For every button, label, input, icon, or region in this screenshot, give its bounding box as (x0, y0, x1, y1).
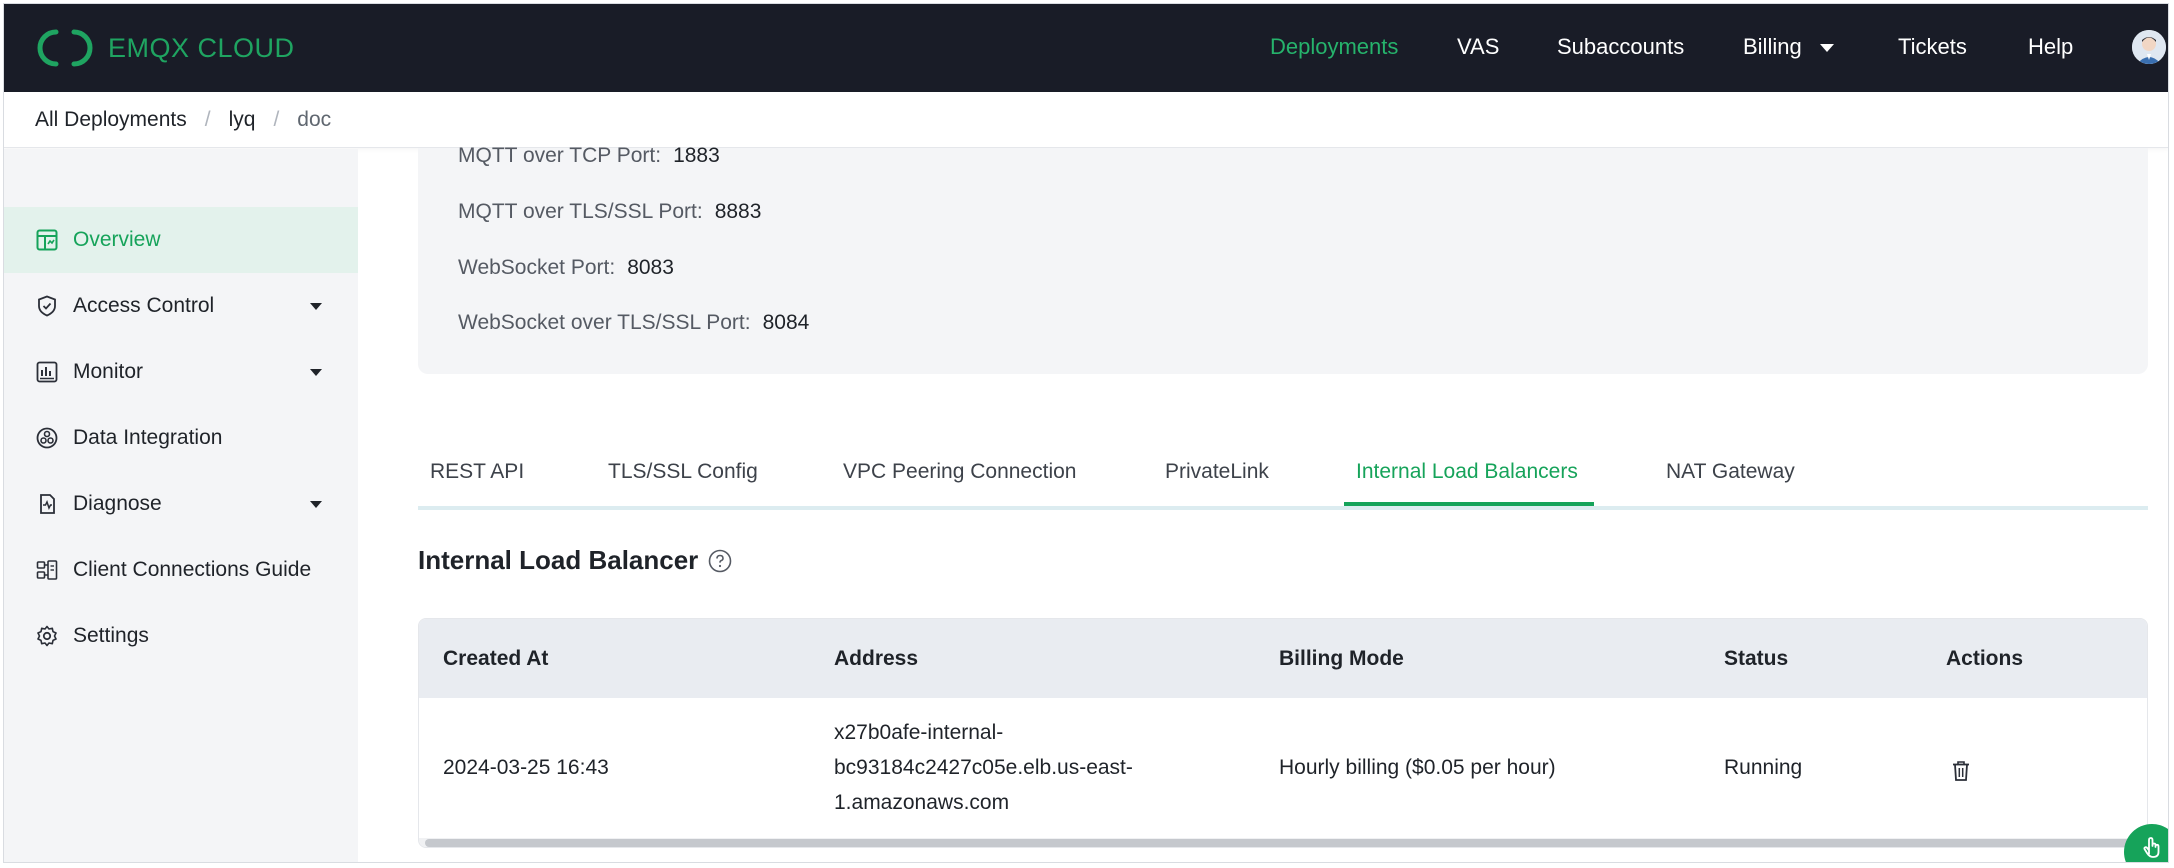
column-address: Address (834, 647, 919, 670)
column-actions: Actions (1946, 647, 2024, 670)
chevron-down-icon (310, 369, 322, 376)
breadcrumb-deployment: doc (297, 107, 332, 131)
sidebar-item-label: Monitor (73, 360, 144, 383)
load-balancer-table: Created At Address Billing Mode Status A… (418, 618, 2148, 848)
app-window: EMQX CLOUD Deployments VAS Subaccounts B… (3, 3, 2169, 863)
nav-billing-label: Billing (1743, 34, 1802, 59)
horizontal-scrollbar[interactable] (425, 839, 2137, 847)
chevron-down-icon (310, 303, 322, 310)
websocket-port-row: WebSocket Port: 8083 (458, 256, 674, 280)
pointer-hand-icon (2138, 832, 2166, 862)
sidebar-item-label: Data Integration (73, 426, 223, 449)
address-line: 1.amazonaws.com (834, 791, 1010, 814)
active-tab-indicator (1344, 502, 1594, 506)
network-tabs: REST API TLS/SSL Config VPC Peering Conn… (418, 444, 2148, 510)
nav-vas[interactable]: VAS (1457, 34, 1499, 60)
table-header: Created At Address Billing Mode Status A… (419, 619, 2147, 698)
section-title: Internal Load Balancer (418, 545, 732, 576)
sidebar-item-data-integration[interactable]: Data Integration (4, 405, 358, 471)
breadcrumb-separator: / (273, 107, 280, 131)
sidebar-item-settings[interactable]: Settings (4, 603, 358, 669)
connections-icon (35, 558, 59, 582)
diagnose-icon (35, 492, 59, 516)
cell-address: x27b0afe-internal- bc93184c2427c05e.elb.… (834, 715, 1133, 820)
port-label: WebSocket over TLS/SSL Port: (458, 311, 751, 334)
cell-created-at: 2024-03-25 16:43 (443, 756, 609, 779)
breadcrumb-all-deployments[interactable]: All Deployments (35, 108, 187, 132)
sidebar-item-label: Access Control (73, 294, 215, 317)
sidebar-item-client-connections-guide[interactable]: Client Connections Guide (4, 537, 358, 603)
sidebar-item-access-control[interactable]: Access Control (4, 273, 358, 339)
cell-status: Running (1724, 756, 1803, 779)
user-avatar[interactable] (2132, 30, 2166, 64)
port-value: 8084 (762, 311, 810, 334)
tab-tls-ssl-config[interactable]: TLS/SSL Config (608, 460, 758, 484)
breadcrumb-separator: / (204, 107, 211, 131)
trash-icon[interactable] (1951, 758, 1971, 793)
tab-rest-api[interactable]: REST API (430, 460, 524, 484)
tab-nat-gateway[interactable]: NAT Gateway (1666, 460, 1795, 484)
table-row: 2024-03-25 16:43 x27b0afe-internal- bc93… (419, 698, 2147, 838)
brand-logo[interactable]: EMQX CLOUD (36, 26, 295, 70)
tab-privatelink[interactable]: PrivateLink (1165, 460, 1269, 484)
sidebar-item-overview[interactable]: Overview (4, 207, 358, 273)
sidebar: Overview Access Control Monitor Data Int… (4, 149, 358, 862)
connection-info-card: MQTT over TCP Port: 1883 MQTT over TLS/SS… (418, 144, 2148, 374)
sidebar-item-diagnose[interactable]: Diagnose (4, 471, 358, 537)
mqtt-tcp-port-row: MQTT over TCP Port: 1883 (458, 144, 720, 168)
port-label: MQTT over TLS/SSL Port: (458, 200, 703, 223)
top-nav: EMQX CLOUD Deployments VAS Subaccounts B… (4, 4, 2168, 92)
nav-tickets[interactable]: Tickets (1898, 34, 1967, 60)
chart-icon (35, 360, 59, 384)
address-line: bc93184c2427c05e.elb.us-east- (834, 756, 1133, 779)
websocket-tls-port-row: WebSocket over TLS/SSL Port: 8084 (458, 311, 809, 335)
breadcrumb: All Deployments / lyq / doc (4, 92, 2168, 148)
port-value: 8083 (627, 256, 674, 279)
column-billing-mode: Billing Mode (1279, 647, 1404, 670)
port-label: WebSocket Port: (458, 256, 616, 279)
breadcrumb-project[interactable]: lyq (229, 108, 256, 132)
sidebar-item-label: Diagnose (73, 492, 162, 515)
tab-internal-load-balancers[interactable]: Internal Load Balancers (1356, 460, 1578, 484)
integration-icon (35, 426, 59, 450)
shield-icon (35, 294, 59, 318)
port-value: 8883 (714, 200, 762, 223)
nav-billing[interactable]: Billing (1743, 34, 1834, 60)
nav-help[interactable]: Help (2028, 34, 2073, 60)
tab-vpc-peering[interactable]: VPC Peering Connection (843, 460, 1076, 484)
avatar-icon (2132, 30, 2166, 64)
dashboard-icon (35, 228, 59, 252)
chevron-down-icon (1819, 44, 1834, 53)
column-created-at: Created At (443, 647, 549, 670)
mqtt-tls-port-row: MQTT over TLS/SSL Port: 8883 (458, 200, 761, 224)
sidebar-item-monitor[interactable]: Monitor (4, 339, 358, 405)
emqx-logo-icon (37, 29, 93, 67)
column-status: Status (1724, 647, 1789, 670)
brand-name: EMQX CLOUD (108, 32, 295, 63)
port-value: 1883 (673, 144, 720, 167)
chevron-down-icon (310, 501, 322, 508)
nav-subaccounts[interactable]: Subaccounts (1557, 34, 1684, 60)
port-label: MQTT over TCP Port: (458, 144, 662, 167)
sidebar-item-label: Client Connections Guide (73, 558, 312, 581)
gear-icon (35, 624, 59, 648)
sidebar-item-label: Overview (73, 228, 161, 251)
cell-billing-mode: Hourly billing ($0.05 per hour) (1279, 756, 1556, 779)
address-line: x27b0afe-internal- (834, 721, 1004, 744)
section-title-text: Internal Load Balancer (418, 545, 699, 575)
question-icon[interactable] (708, 549, 732, 573)
nav-deployments[interactable]: Deployments (1270, 34, 1398, 60)
sidebar-item-label: Settings (73, 624, 149, 647)
